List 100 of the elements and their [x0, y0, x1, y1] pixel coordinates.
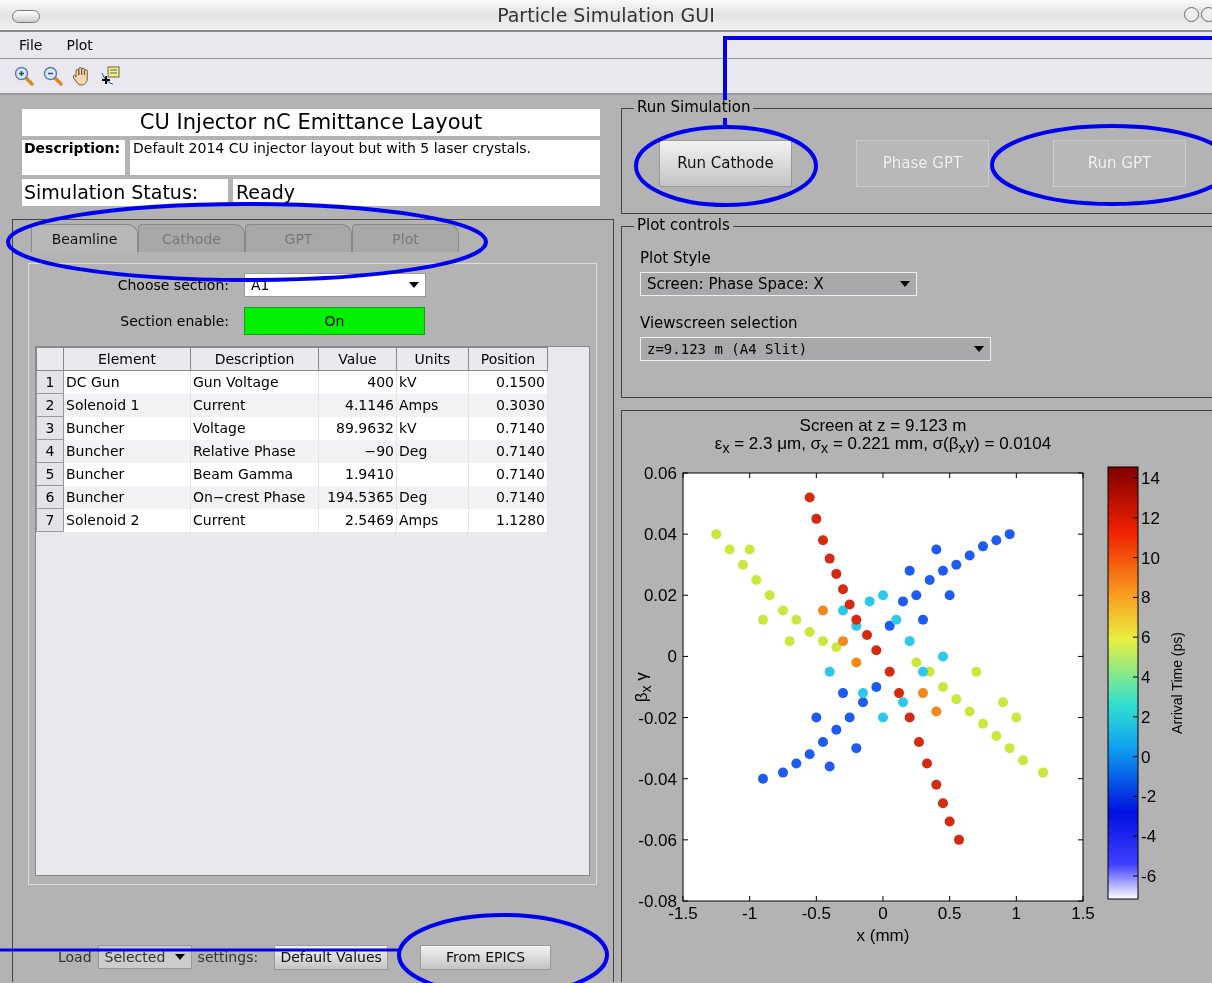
- tick-label: -1: [742, 904, 758, 923]
- data-point: [818, 737, 828, 748]
- section-enable-toggle[interactable]: On: [244, 307, 425, 335]
- data-point: [918, 666, 928, 677]
- load-button[interactable]: From EPICS: [420, 944, 552, 970]
- colorbar-tick: [1132, 875, 1139, 877]
- layout-title: CU Injector nC Emittance Layout: [22, 109, 600, 136]
- data-point: [998, 697, 1008, 708]
- data-point: [991, 535, 1002, 546]
- table-cell: Current: [190, 393, 319, 417]
- window-title: Particle Simulation GUI: [497, 4, 715, 26]
- data-point: [1038, 767, 1048, 778]
- data-point: [831, 568, 842, 579]
- table-cell: DC Gun: [63, 370, 191, 394]
- data-point: [858, 688, 868, 699]
- caret-icon: [409, 282, 419, 288]
- data-point: [751, 575, 762, 585]
- table-cell: Solenoid 2: [63, 508, 191, 532]
- status-label: Simulation Status:: [22, 179, 228, 206]
- data-point: [944, 590, 955, 601]
- tick-label: 14: [1141, 469, 1160, 488]
- data-point: [904, 712, 915, 723]
- tick-label: 4: [1141, 668, 1151, 687]
- description-label: Description:: [22, 140, 125, 175]
- tick-label: 0.04: [643, 525, 677, 545]
- data-point: [791, 614, 802, 625]
- window-buttons-icon[interactable]: [1184, 7, 1212, 22]
- data-point: [824, 553, 835, 564]
- data-point: [911, 590, 922, 601]
- menu-item[interactable]: Plot: [66, 37, 93, 53]
- run-button[interactable]: Run Cathode: [659, 139, 792, 187]
- data-point: [964, 550, 975, 561]
- column-header[interactable]: Units: [396, 347, 469, 371]
- zoom-out-icon[interactable]: [42, 65, 64, 87]
- row-number: 1: [36, 370, 64, 394]
- data-point: [878, 590, 888, 601]
- data-cursor-icon[interactable]: [100, 65, 122, 87]
- tick-label: 1: [1011, 904, 1022, 923]
- colorbar-tick: [1132, 557, 1139, 559]
- chart-title: Screen at z = 9.123 m: [799, 417, 967, 435]
- zoom-in-icon[interactable]: [13, 65, 35, 87]
- data-point: [738, 559, 748, 570]
- load-button[interactable]: Default Values: [274, 944, 389, 970]
- toolbar-toggle-icon[interactable]: [12, 10, 40, 23]
- data-point: [971, 666, 982, 677]
- row-number: 4: [36, 439, 64, 463]
- data-point: [811, 712, 822, 723]
- data-point: [991, 730, 1002, 741]
- data-point: [831, 642, 842, 653]
- tick-label: 10: [1141, 548, 1160, 568]
- tick-label: 12: [1141, 508, 1160, 528]
- tick-label: 0.02: [643, 586, 677, 606]
- colorbar-tick: [1132, 756, 1139, 758]
- tick-label: 6: [1141, 628, 1151, 648]
- data-point: [804, 626, 815, 637]
- data-point: [871, 645, 882, 656]
- caret-icon: [974, 346, 984, 352]
- data-point: [871, 682, 882, 692]
- table-cell: Buncher: [63, 462, 191, 486]
- table-cell: Buncher: [63, 485, 191, 509]
- data-point: [851, 657, 862, 668]
- data-point: [938, 651, 948, 662]
- data-point: [844, 599, 855, 610]
- row-number: 7: [36, 508, 64, 532]
- column-header[interactable]: Element: [63, 347, 191, 371]
- colorbar-tick: [1132, 676, 1139, 678]
- viewscreen-dropdown[interactable]: z=9.123 m (A4 Slit): [640, 337, 991, 361]
- table-cell: Relative Phase: [190, 439, 319, 463]
- plot-style-label: Plot Style: [640, 249, 712, 267]
- tick-label: -0.02: [638, 708, 677, 728]
- data-point: [858, 697, 868, 708]
- data-point: [938, 682, 948, 692]
- tab[interactable]: Beamline: [31, 224, 138, 252]
- data-point: [944, 816, 955, 827]
- data-point: [884, 666, 895, 677]
- row-number: 5: [36, 462, 64, 486]
- column-header[interactable]: Position: [468, 347, 548, 371]
- data-point: [758, 773, 768, 784]
- data-point: [1004, 529, 1015, 540]
- menu-item[interactable]: File: [19, 37, 43, 53]
- tick-label: 1.5: [1071, 904, 1095, 923]
- plot-style-dropdown[interactable]: Screen: Phase Space: X: [640, 272, 917, 296]
- load-label: Load: [58, 949, 92, 965]
- tick-label: -6: [1141, 867, 1157, 886]
- data-point: [922, 758, 932, 769]
- tick-label: 2: [1141, 707, 1151, 727]
- row-number: 3: [36, 416, 64, 440]
- colorbar-tick: [1132, 835, 1139, 837]
- data-point: [764, 590, 775, 601]
- column-header[interactable]: Description: [190, 347, 319, 371]
- chart-subtitle: ε$_{x}$ = 2.3 μm, σ$_{x}$ = 0.221 mm, σ(β$_{x}$γ) = 0.0104: [714, 435, 1052, 458]
- data-point: [931, 544, 942, 555]
- tick-label: 0: [667, 647, 677, 667]
- data-point: [824, 761, 835, 772]
- caret-icon: [900, 281, 910, 287]
- column-header[interactable]: Value: [318, 347, 397, 371]
- data-point: [904, 565, 915, 576]
- data-point: [851, 743, 862, 754]
- data-point: [818, 605, 828, 616]
- data-point: [938, 565, 948, 576]
